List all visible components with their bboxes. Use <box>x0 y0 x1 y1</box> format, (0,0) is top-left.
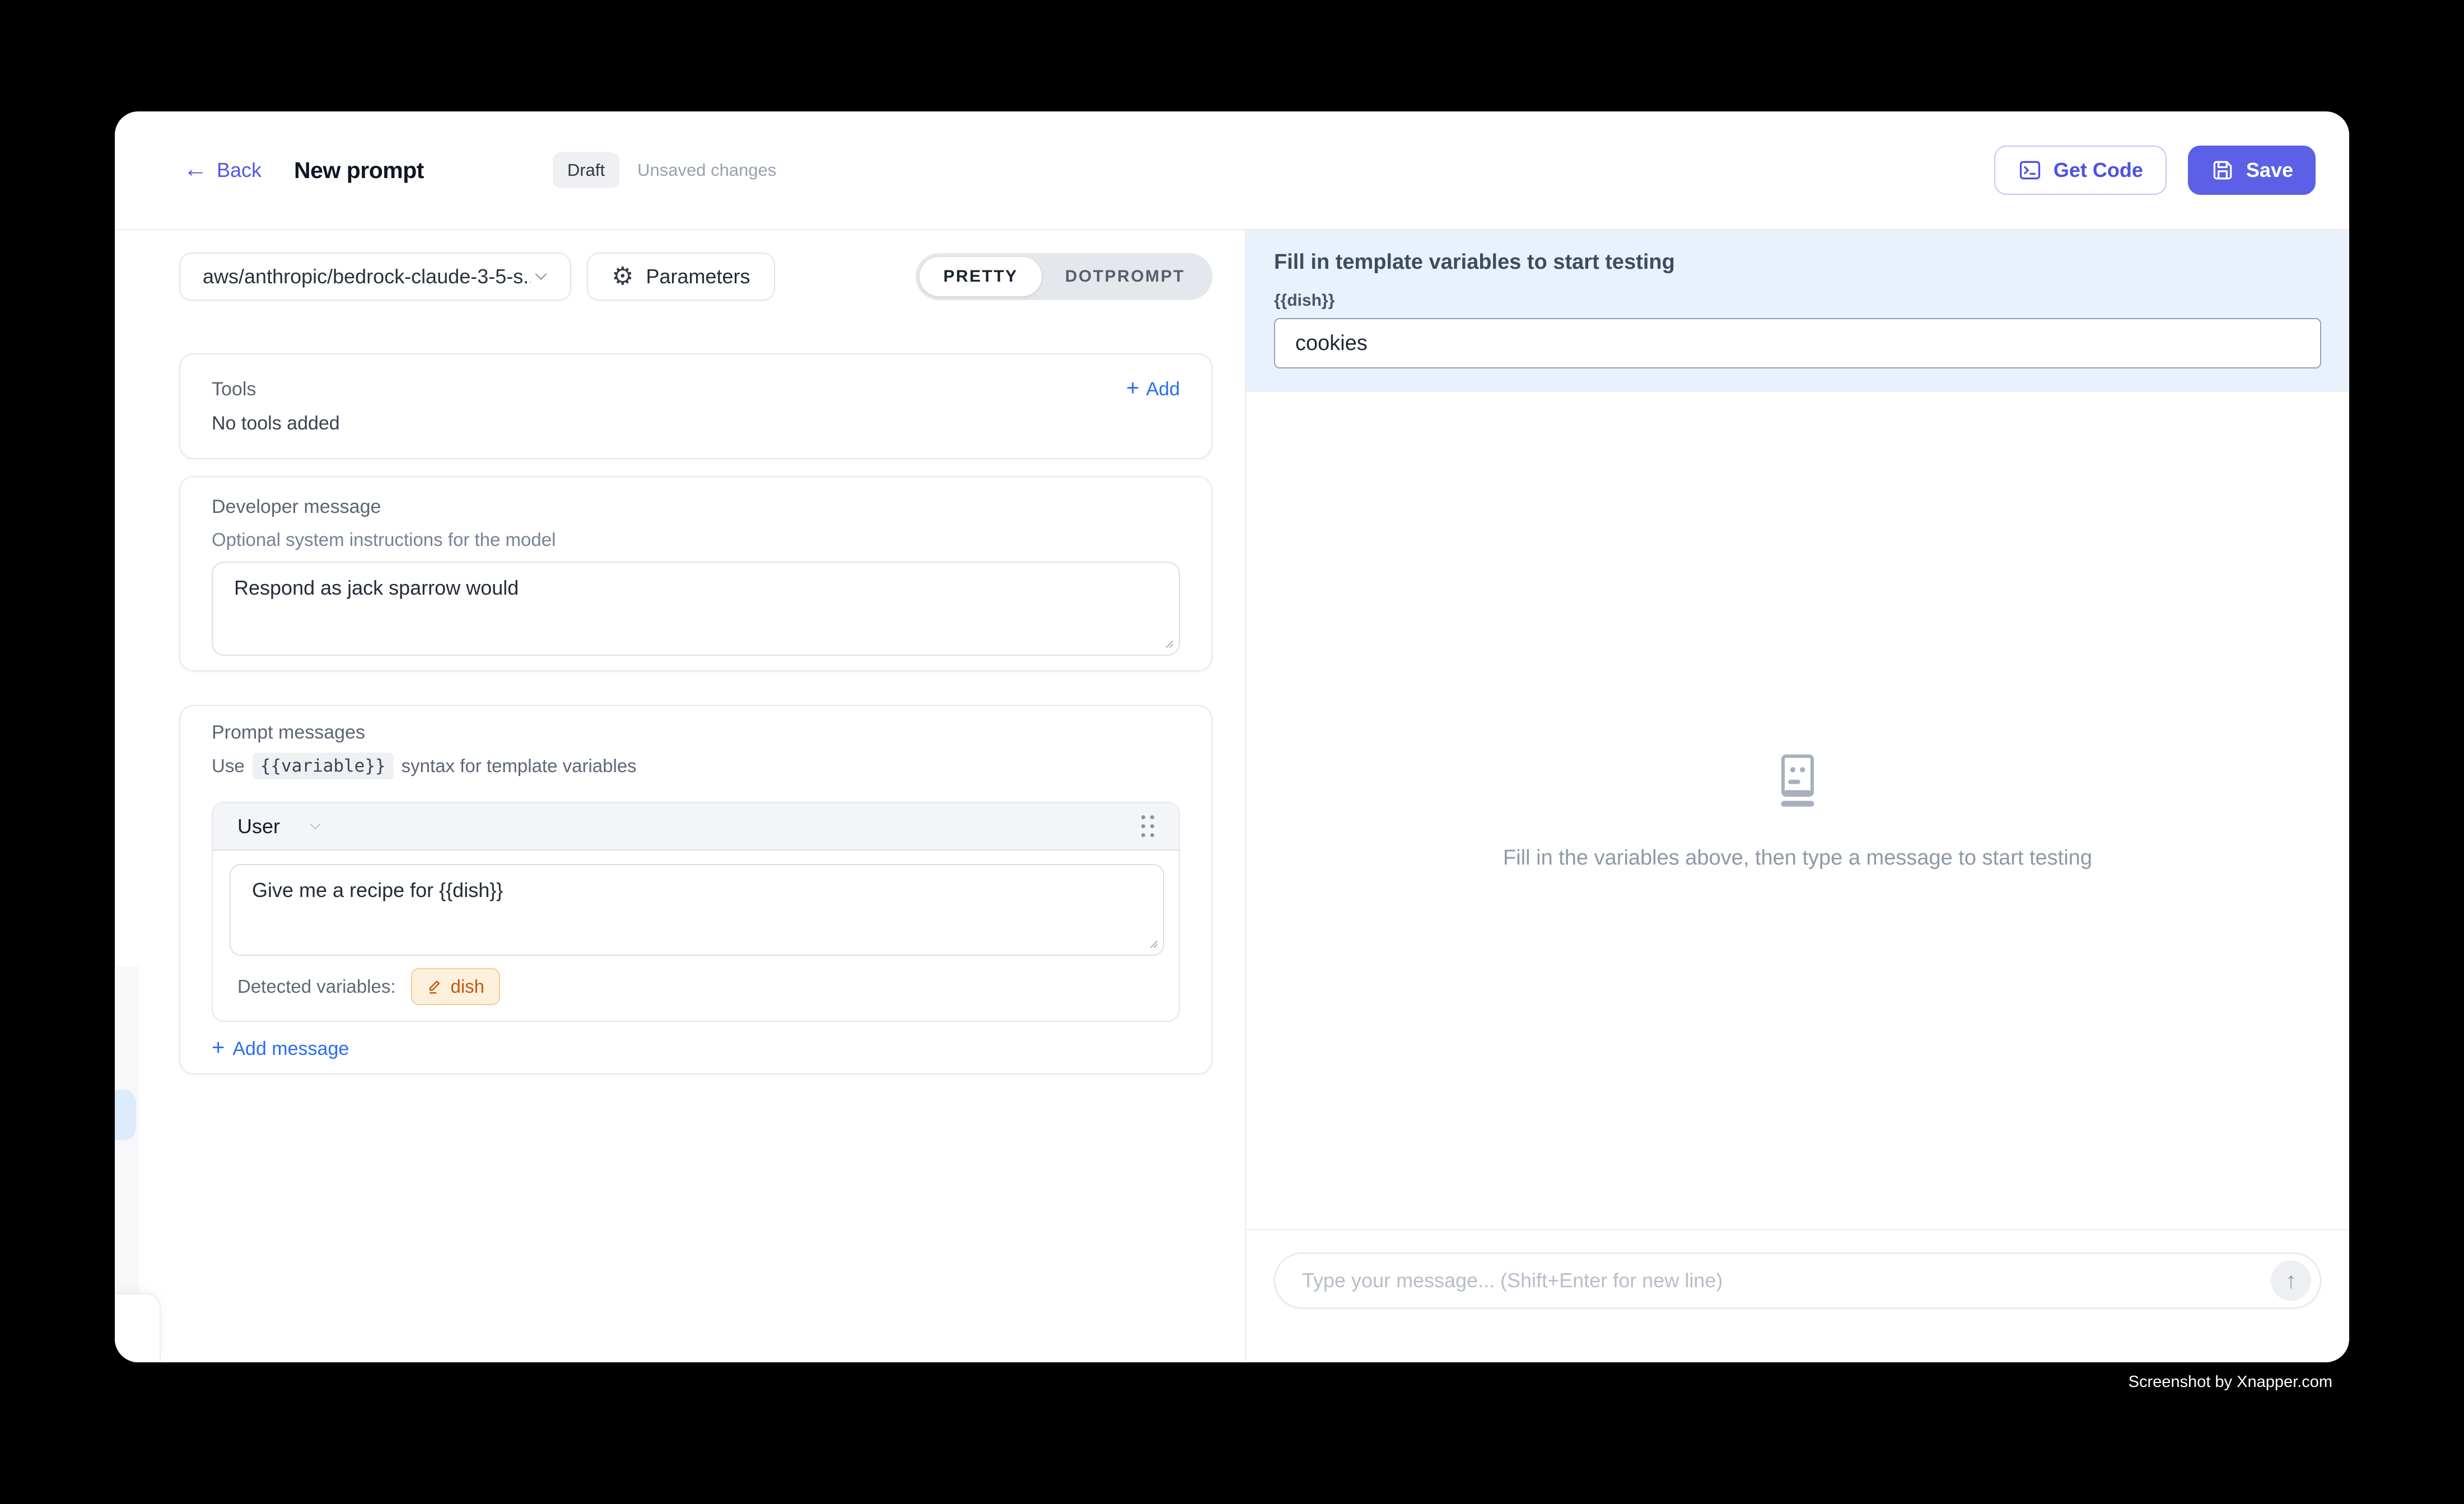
message-block: User G <box>212 802 1180 1022</box>
prompt-messages-card: Prompt messages Use {{variable}} syntax … <box>179 705 1212 1075</box>
send-button[interactable]: ↑ <box>2271 1260 2311 1301</box>
variable-badge-label: dish <box>450 976 484 997</box>
developer-message-card: Developer message Optional system instru… <box>179 476 1212 671</box>
role-select[interactable]: User <box>237 815 325 838</box>
chat-input-section: ↑ <box>1246 1229 2349 1362</box>
back-label: Back <box>217 158 262 182</box>
prompt-messages-title: Prompt messages <box>212 722 1180 744</box>
tools-empty-text: No tools added <box>212 413 1180 435</box>
header: ← Back New prompt Draft Unsaved changes … <box>115 111 2349 230</box>
add-message-label: Add message <box>232 1038 349 1060</box>
add-tool-label: Add <box>1146 379 1180 400</box>
role-select-value: User <box>237 815 280 838</box>
status-badge: Draft <box>553 152 619 188</box>
chat-empty-state: Fill in the variables above, then type a… <box>1246 392 2349 1229</box>
developer-message-textarea[interactable]: Respond as jack sparrow would <box>212 562 1180 656</box>
variable-syntax-hint: Use {{variable}} syntax for template var… <box>212 753 1180 779</box>
terminal-icon <box>2018 158 2042 183</box>
template-variables-section: Fill in template variables to start test… <box>1246 230 2349 392</box>
detected-variables-row: Detected variables: dish <box>230 968 1164 1005</box>
desktop-background: ← Back New prompt Draft Unsaved changes … <box>0 0 2464 1504</box>
variable-name-label: {{dish}} <box>1274 291 2321 310</box>
sidebar-sliver-active-item <box>115 1090 136 1140</box>
tools-card: Tools + Add No tools added <box>179 353 1212 459</box>
get-code-label: Get Code <box>2054 158 2143 182</box>
parameters-button[interactable]: ⚙ Parameters <box>587 253 775 301</box>
back-arrow-icon: ← <box>183 157 208 181</box>
plus-icon: + <box>212 1036 225 1059</box>
app-window: ← Back New prompt Draft Unsaved changes … <box>115 111 2349 1362</box>
variables-section-title: Fill in template variables to start test… <box>1274 250 2321 274</box>
save-label: Save <box>2246 158 2293 182</box>
hint-suffix: syntax for template variables <box>402 755 637 777</box>
chevron-down-icon <box>531 267 551 287</box>
chat-message-input[interactable] <box>1281 1255 2271 1306</box>
send-arrow-icon: ↑ <box>2285 1269 2297 1292</box>
save-button[interactable]: Save <box>2188 146 2316 195</box>
variable-badge-dish[interactable]: dish <box>411 968 500 1005</box>
tester-panel: Fill in template variables to start test… <box>1245 230 2349 1362</box>
unsaved-changes-label: Unsaved changes <box>637 160 776 180</box>
plus-icon: + <box>1126 377 1139 399</box>
save-icon <box>2210 158 2235 183</box>
developer-message-title: Developer message <box>212 496 1180 518</box>
hint-prefix: Use <box>212 755 245 777</box>
robot-face-icon <box>1768 751 1827 816</box>
tools-header: Tools + Add <box>212 378 1180 400</box>
toggle-dotprompt[interactable]: DOTPROMPT <box>1042 257 1208 296</box>
model-select-value: aws/anthropic/bedrock-claude-3-5-s... <box>203 265 531 288</box>
variable-value-input[interactable] <box>1274 318 2321 368</box>
tools-title: Tools <box>212 379 256 400</box>
message-textarea[interactable]: Give me a recipe for {{dish}} <box>230 864 1164 956</box>
model-row: aws/anthropic/bedrock-claude-3-5-s... ⚙ … <box>179 253 1212 301</box>
add-tool-button[interactable]: + Add <box>1126 378 1180 400</box>
model-select[interactable]: aws/anthropic/bedrock-claude-3-5-s... <box>179 253 571 301</box>
chevron-down-icon <box>306 817 325 836</box>
back-button[interactable]: ← Back <box>183 158 262 183</box>
get-code-button[interactable]: Get Code <box>1994 146 2167 195</box>
parameters-label: Parameters <box>646 265 750 288</box>
edit-pencil-icon <box>427 978 444 995</box>
editor-content: aws/anthropic/bedrock-claude-3-5-s... ⚙ … <box>115 230 1245 1362</box>
main-content: aws/anthropic/bedrock-claude-3-5-s... ⚙ … <box>115 230 2349 1362</box>
message-body: Give me a recipe for {{dish}} Detected v… <box>213 851 1179 1021</box>
watermark: Screenshot by Xnapper.com <box>2129 1373 2332 1391</box>
view-mode-toggle: PRETTY DOTPROMPT <box>916 253 1212 300</box>
variable-code-chip: {{variable}} <box>253 753 394 779</box>
detected-variables-label: Detected variables: <box>237 976 395 997</box>
toggle-pretty[interactable]: PRETTY <box>920 257 1041 296</box>
message-header: User <box>213 803 1179 851</box>
developer-message-subtitle: Optional system instructions for the mod… <box>212 529 1180 550</box>
chat-input-pill: ↑ <box>1274 1253 2321 1309</box>
resize-handle-icon[interactable] <box>1161 636 1174 649</box>
chat-empty-text: Fill in the variables above, then type a… <box>1503 846 2092 870</box>
message-field-wrap: Give me a recipe for {{dish}} <box>230 864 1164 956</box>
corner-card <box>115 1293 161 1362</box>
prompt-editor-panel: aws/anthropic/bedrock-claude-3-5-s... ⚙ … <box>115 230 1245 1362</box>
page-title: New prompt <box>294 157 424 184</box>
add-message-button[interactable]: + Add message <box>212 1038 349 1060</box>
gear-icon: ⚙ <box>612 264 633 289</box>
resize-handle-icon[interactable] <box>1145 936 1159 949</box>
developer-message-field-wrap: Respond as jack sparrow would <box>212 562 1180 656</box>
drag-handle-icon[interactable] <box>1141 815 1154 837</box>
